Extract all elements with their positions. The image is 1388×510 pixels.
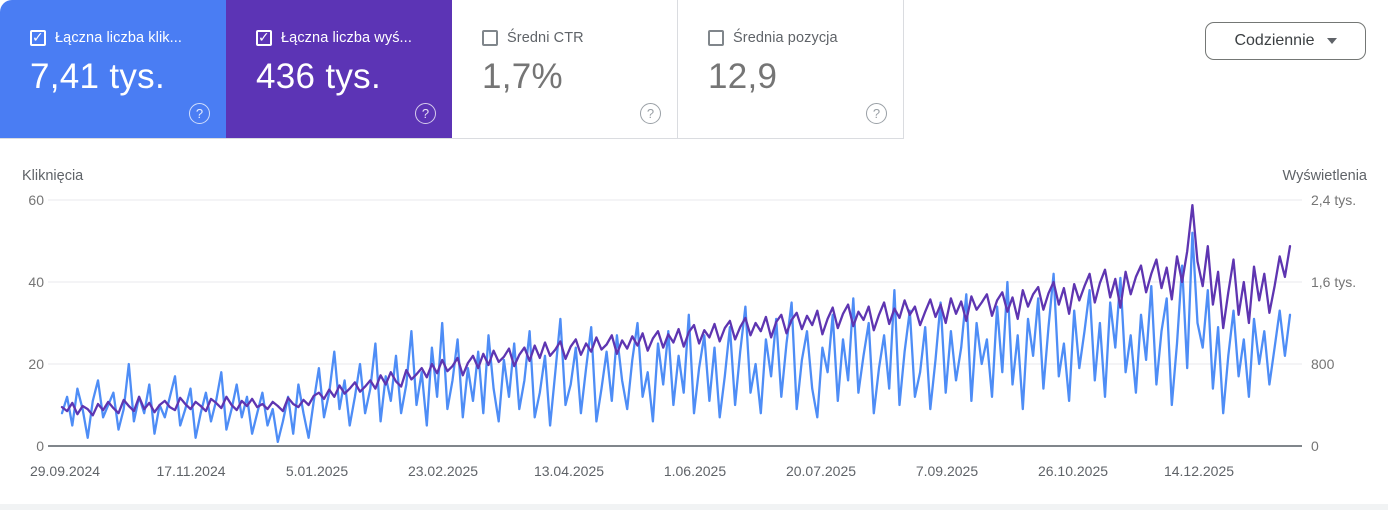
x-tick-label: 7.09.2025 [887,463,1007,479]
x-tick-label: 20.07.2025 [761,463,881,479]
y-tick-label: 800 [1311,356,1334,372]
x-tick-label: 17.11.2024 [131,463,251,479]
y-tick-label: 20 [0,356,44,372]
x-tick-label: 5.01.2025 [257,463,377,479]
performance-chart[interactable] [0,0,1388,510]
y-tick-label: 0 [0,438,44,454]
x-tick-label: 13.04.2025 [509,463,629,479]
y-tick-label: 2,4 tys. [1311,192,1356,208]
x-tick-label: 14.12.2025 [1139,463,1259,479]
x-tick-label: 26.10.2025 [1013,463,1133,479]
y-tick-label: 40 [0,274,44,290]
x-tick-label: 1.06.2025 [635,463,755,479]
x-tick-label: 29.09.2024 [5,463,125,479]
y-tick-label: 60 [0,192,44,208]
panel-bottom-edge [0,504,1388,510]
y-tick-label: 1,6 tys. [1311,274,1356,290]
x-tick-label: 23.02.2025 [383,463,503,479]
search-performance-panel: ✓ Łączna liczba klik... 7,41 tys. ? ✓ Łą… [0,0,1388,510]
y-tick-label: 0 [1311,438,1319,454]
